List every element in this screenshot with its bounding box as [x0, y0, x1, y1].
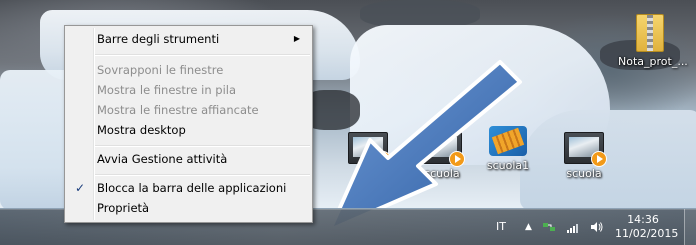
menu-item-label: Proprietà — [97, 201, 150, 215]
menu-separator — [95, 145, 310, 147]
play-badge-icon — [375, 151, 391, 167]
submenu-arrow-icon: ▶ — [293, 34, 300, 43]
desktop-icon-nuo[interactable]: nuo — [336, 132, 400, 180]
show-hidden-icons-button[interactable]: ▲ — [525, 209, 532, 245]
zip-folder-icon — [636, 14, 664, 52]
menu-item-cascade-windows: Sovrapponi le finestre — [67, 60, 310, 80]
desktop-icon-label: scuola1 — [486, 159, 530, 172]
video-file-icon — [348, 132, 391, 167]
desktop-icon-label: nuo — [357, 167, 379, 180]
video-file-icon — [422, 132, 465, 167]
checkmark-icon: ✓ — [75, 181, 86, 195]
menu-item-properties[interactable]: Proprietà — [67, 198, 310, 218]
background-rock — [360, 0, 480, 28]
menu-item-label: Blocca la barra delle applicazioni — [97, 181, 287, 195]
desktop-icon-label: scuola — [566, 167, 602, 180]
menu-item-toolbars[interactable]: Barre degli strumenti ▶ — [67, 29, 310, 49]
menu-item-label: Mostra desktop — [97, 123, 186, 137]
desktop-icon-label: scuola — [424, 167, 460, 180]
system-clock[interactable]: 14:36 11/02/2015 — [615, 213, 679, 241]
desktop-icon-label: Nota_prot_... — [618, 55, 688, 68]
language-indicator[interactable]: IT — [496, 209, 506, 245]
menu-item-lock-taskbar[interactable]: ✓ Blocca la barra delle applicazioni — [67, 178, 310, 198]
volume-icon[interactable] — [590, 221, 604, 233]
menu-item-label: Avvia Gestione attività — [97, 152, 228, 166]
signal-strength-icon[interactable] — [566, 221, 580, 233]
desktop-icon-scuola1[interactable]: scuola1 — [476, 126, 540, 172]
menu-item-label: Mostra le finestre in pila — [97, 83, 237, 97]
clock-time: 14:36 — [627, 213, 659, 226]
menu-item-label: Barre degli strumenti — [97, 32, 220, 46]
menu-item-side-by-side-windows: Mostra le finestre affiancate — [67, 100, 310, 120]
movie-project-icon — [489, 126, 527, 156]
desktop-icon-scuola-2[interactable]: scuola — [552, 132, 616, 180]
video-file-icon — [564, 132, 607, 167]
menu-item-label: Sovrapponi le finestre — [97, 63, 224, 77]
menu-separator — [95, 54, 310, 56]
network-sync-icon[interactable] — [542, 221, 556, 233]
desktop-icon-scuola[interactable]: scuola — [410, 132, 474, 180]
menu-item-stack-windows: Mostra le finestre in pila — [67, 80, 310, 100]
clock-date: 11/02/2015 — [615, 227, 679, 240]
menu-separator — [95, 174, 310, 176]
show-desktop-button[interactable] — [684, 209, 696, 245]
taskbar-context-menu: Barre degli strumenti ▶ Sovrapponi le fi… — [64, 25, 313, 223]
desktop-icon-nota-prot[interactable]: Nota_prot_... — [618, 14, 688, 68]
menu-item-task-manager[interactable]: Avvia Gestione attività — [67, 149, 310, 169]
menu-item-label: Mostra le finestre affiancate — [97, 103, 259, 117]
play-badge-icon — [449, 151, 465, 167]
play-badge-icon — [591, 151, 607, 167]
menu-item-show-desktop[interactable]: Mostra desktop — [67, 120, 310, 140]
